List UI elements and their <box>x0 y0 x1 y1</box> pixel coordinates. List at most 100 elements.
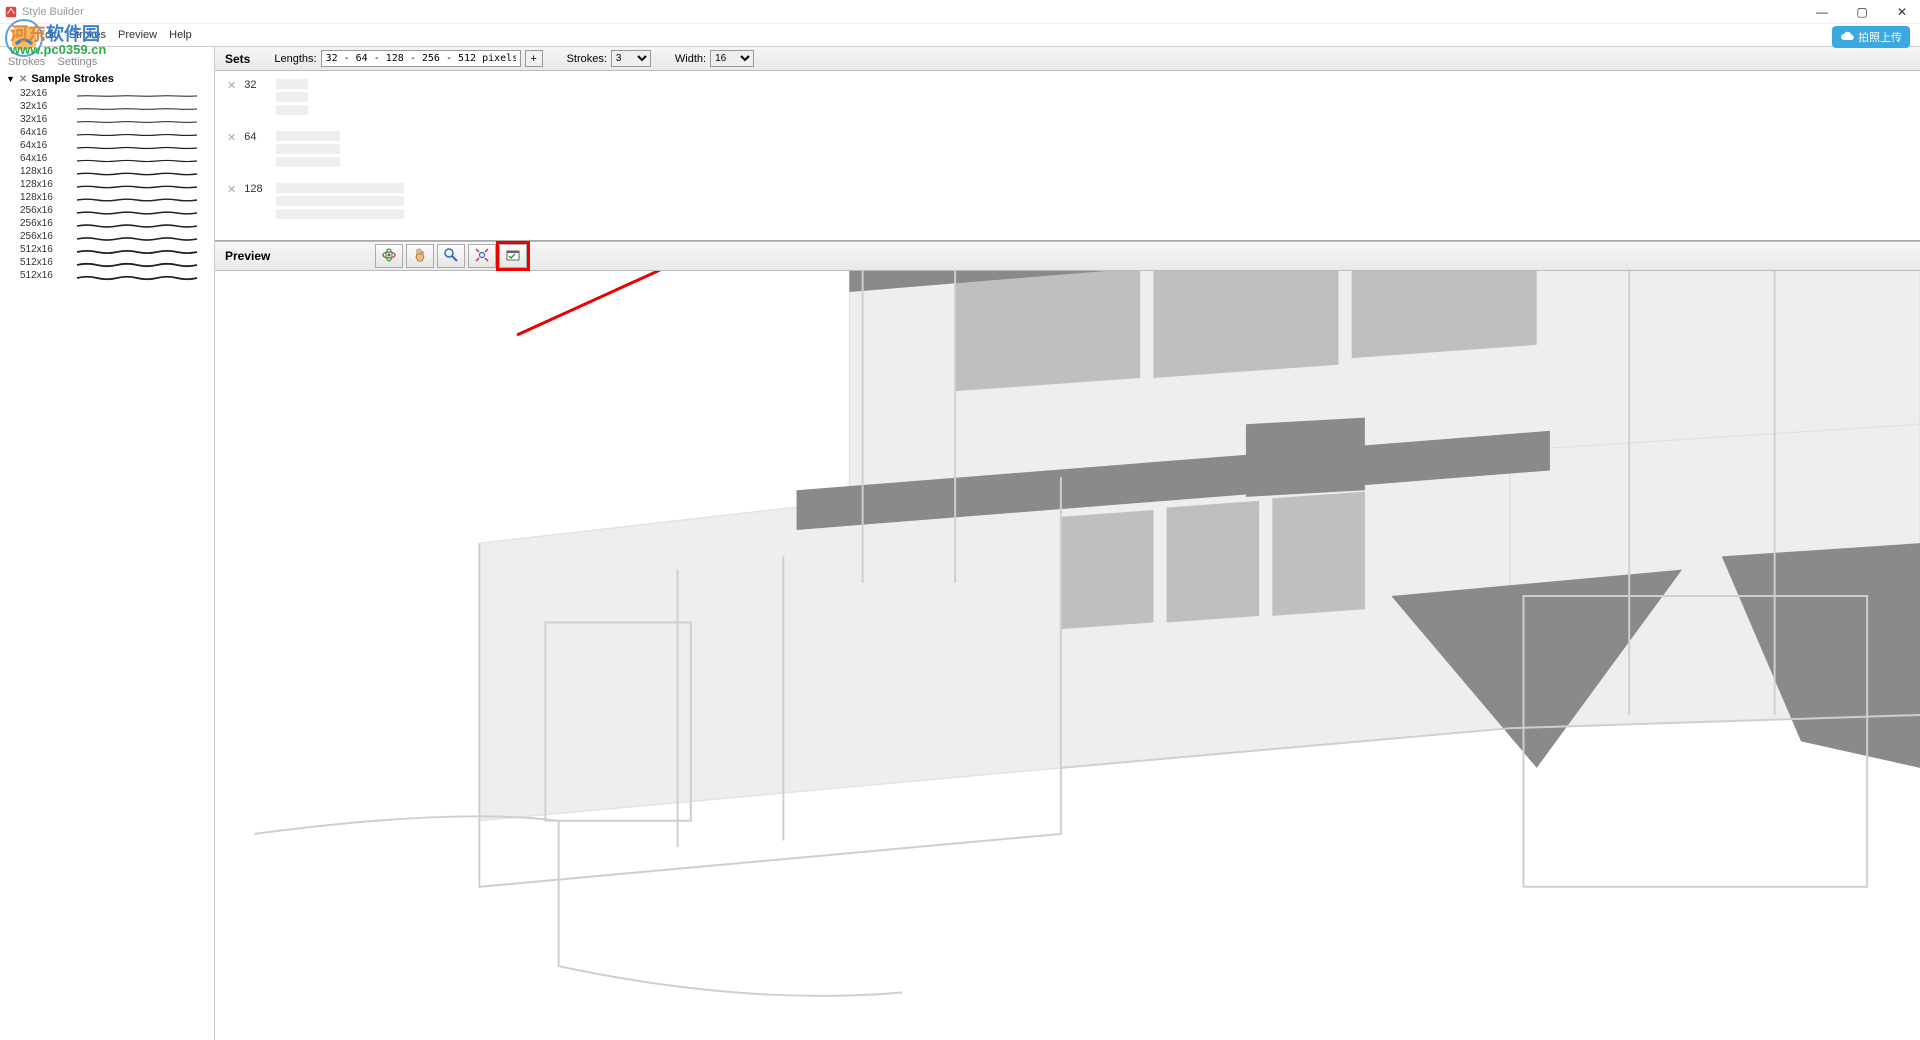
sets-toolbar: Sets Lengths: + Strokes: 3 Width: 16 <box>215 47 1920 71</box>
set-bar[interactable] <box>276 92 308 102</box>
stroke-row[interactable]: 512x16 <box>0 256 214 269</box>
add-length-button[interactable]: + <box>525 50 543 67</box>
stroke-row[interactable]: 256x16 <box>0 217 214 230</box>
stroke-label: 512x16 <box>20 244 62 255</box>
update-button[interactable] <box>499 244 527 268</box>
stroke-row[interactable]: 32x16 <box>0 100 214 113</box>
stroke-label: 512x16 <box>20 270 62 281</box>
stroke-row[interactable]: 128x16 <box>0 178 214 191</box>
sidebar-group-header[interactable]: ▼ ✕ Sample Strokes <box>0 71 214 87</box>
stroke-row[interactable]: 64x16 <box>0 139 214 152</box>
update-icon <box>505 247 521 266</box>
zoom-extents-button[interactable] <box>468 244 496 268</box>
stroke-label: 128x16 <box>20 166 62 177</box>
set-length-label: 128 <box>244 183 268 195</box>
stroke-row[interactable]: 128x16 <box>0 191 214 204</box>
stroke-row[interactable]: 64x16 <box>0 152 214 165</box>
app-icon <box>4 5 18 19</box>
sidebar-group-name: Sample Strokes <box>31 73 114 85</box>
close-button[interactable]: ✕ <box>1888 2 1916 22</box>
stroke-preview <box>66 247 208 253</box>
stroke-preview <box>66 169 208 175</box>
stroke-label: 256x16 <box>20 231 62 242</box>
lengths-input[interactable] <box>321 50 521 67</box>
sets-title: Sets <box>225 52 250 66</box>
set-length-label: 32 <box>244 79 268 91</box>
stroke-row[interactable]: 128x16 <box>0 165 214 178</box>
strokes-count-select[interactable]: 3 <box>611 50 651 67</box>
stroke-label: 64x16 <box>20 140 62 151</box>
menu-preview[interactable]: Preview <box>118 29 157 41</box>
menu-strokes[interactable]: Strokes <box>69 29 106 41</box>
set-bars <box>276 183 404 219</box>
set-bar[interactable] <box>276 131 340 141</box>
stroke-row[interactable]: 32x16 <box>0 113 214 126</box>
stroke-preview <box>66 273 208 279</box>
stroke-label: 512x16 <box>20 257 62 268</box>
stroke-preview <box>66 221 208 227</box>
stroke-row[interactable]: 512x16 <box>0 243 214 256</box>
orbit-icon <box>381 247 397 266</box>
stroke-row[interactable]: 256x16 <box>0 230 214 243</box>
stroke-preview <box>66 156 208 162</box>
stroke-label: 128x16 <box>20 192 62 203</box>
set-row: ✕ 32 <box>215 71 1920 123</box>
set-bar[interactable] <box>276 144 340 154</box>
upload-badge[interactable]: 拍照上传 <box>1832 26 1910 48</box>
set-bar[interactable] <box>276 209 404 219</box>
stroke-preview <box>66 104 208 110</box>
maximize-button[interactable]: ▢ <box>1848 2 1876 22</box>
set-bar[interactable] <box>276 105 308 115</box>
stroke-preview <box>66 91 208 97</box>
collapse-arrow-icon: ▼ <box>6 74 15 84</box>
set-bar[interactable] <box>276 157 340 167</box>
set-bars <box>276 131 340 167</box>
delete-set-icon[interactable]: ✕ <box>227 79 236 92</box>
set-bar[interactable] <box>276 79 308 89</box>
app-logo-icon <box>4 18 44 58</box>
stroke-row[interactable]: 256x16 <box>0 204 214 217</box>
delete-set-icon[interactable]: ✕ <box>227 131 236 144</box>
preview-canvas[interactable] <box>215 271 1920 1040</box>
stroke-label: 32x16 <box>20 88 62 99</box>
sidebar: Strokes Settings ▼ ✕ Sample Strokes 32x1… <box>0 47 215 1040</box>
set-row: ✕ 64 <box>215 123 1920 175</box>
strokes-count-label: Strokes: <box>567 53 607 65</box>
set-bar[interactable] <box>276 196 404 206</box>
stroke-label: 128x16 <box>20 179 62 190</box>
pan-icon <box>412 247 428 266</box>
sets-list: ✕ 32 ✕ 64 ✕ 128 <box>215 71 1920 241</box>
menu-help[interactable]: Help <box>169 29 192 41</box>
width-select[interactable]: 16 <box>710 50 754 67</box>
stroke-preview <box>66 117 208 123</box>
set-length-label: 64 <box>244 131 268 143</box>
stroke-preview <box>66 208 208 214</box>
minimize-button[interactable]: — <box>1808 2 1836 22</box>
zoom-icon <box>443 247 459 266</box>
stroke-label: 64x16 <box>20 127 62 138</box>
stroke-row[interactable]: 32x16 <box>0 87 214 100</box>
stroke-row[interactable]: 64x16 <box>0 126 214 139</box>
delete-set-icon[interactable]: ✕ <box>227 183 236 196</box>
sidebar-tab-settings[interactable]: Settings <box>58 56 98 68</box>
stroke-preview <box>66 182 208 188</box>
delete-group-icon[interactable]: ✕ <box>19 74 27 85</box>
stroke-label: 64x16 <box>20 153 62 164</box>
set-bar[interactable] <box>276 183 404 193</box>
stroke-preview <box>66 130 208 136</box>
stroke-label: 32x16 <box>20 101 62 112</box>
orbit-button[interactable] <box>375 244 403 268</box>
pan-button[interactable] <box>406 244 434 268</box>
lengths-label: Lengths: <box>274 53 316 65</box>
stroke-preview <box>66 234 208 240</box>
cloud-icon <box>1840 31 1854 43</box>
stroke-preview <box>66 143 208 149</box>
zoom-extents-icon <box>474 247 490 266</box>
menubar: File Edit Strokes Preview Help <box>0 24 1920 46</box>
window-title: Style Builder <box>22 6 84 18</box>
zoom-button[interactable] <box>437 244 465 268</box>
titlebar: Style Builder — ▢ ✕ <box>0 0 1920 24</box>
stroke-row[interactable]: 512x16 <box>0 269 214 282</box>
preview-title: Preview <box>225 249 365 263</box>
set-bars <box>276 79 308 115</box>
